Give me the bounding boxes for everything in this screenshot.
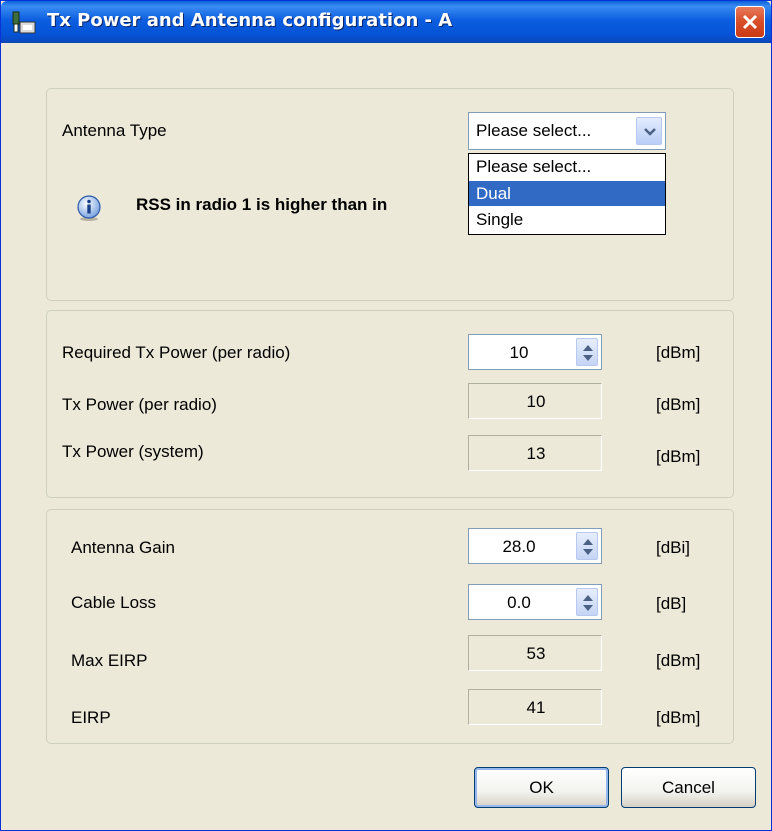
dropdown-arrow-button[interactable] xyxy=(636,117,662,145)
antenna-gain-label: Antenna Gain xyxy=(71,538,175,557)
app-icon xyxy=(11,11,37,35)
eirp-value: 41 xyxy=(526,698,546,717)
dialog-window: Tx Power and Antenna configuration - A A… xyxy=(0,0,772,831)
tx-power-system-value: 13 xyxy=(526,444,546,463)
option-single[interactable]: Single xyxy=(469,207,665,232)
antenna-gain-unit: [dBi] xyxy=(656,538,691,557)
title-bar[interactable]: Tx Power and Antenna configuration - A xyxy=(1,1,771,43)
cable-loss-spinner[interactable]: 0.0 xyxy=(468,584,602,620)
max-eirp-value: 53 xyxy=(526,644,546,663)
window-title: Tx Power and Antenna configuration - A xyxy=(47,10,453,31)
antenna-type-value: Please select... xyxy=(476,121,592,140)
antenna-gain-spinner[interactable]: 28.0 xyxy=(468,528,602,564)
cable-loss-value: 0.0 xyxy=(507,593,531,612)
eirp-field: 41 xyxy=(468,689,602,725)
info-icon xyxy=(75,194,103,222)
antenna-gain-spin-buttons[interactable] xyxy=(576,532,598,560)
antenna-type-dropdown-list: Please select... Dual Single xyxy=(468,153,666,235)
antenna-type-select[interactable]: Please select... xyxy=(468,112,666,150)
required-tx-power-label: Required Tx Power (per radio) xyxy=(62,343,291,362)
max-eirp-label: Max EIRP xyxy=(71,651,148,670)
cable-loss-unit: [dB] xyxy=(656,594,687,613)
ok-button[interactable]: OK xyxy=(474,767,609,808)
option-dual[interactable]: Dual xyxy=(469,181,665,206)
required-tx-power-spinner[interactable]: 10 xyxy=(468,334,602,370)
max-eirp-unit: [dBm] xyxy=(656,651,701,670)
tx-power-system-field: 13 xyxy=(468,435,602,471)
required-tx-power-value: 10 xyxy=(509,343,529,362)
info-message: RSS in radio 1 is higher than in xyxy=(136,195,388,214)
cable-loss-label: Cable Loss xyxy=(71,593,157,612)
eirp-unit: [dBm] xyxy=(656,708,701,727)
tx-power-per-radio-label: Tx Power (per radio) xyxy=(62,395,217,414)
cable-loss-spin-buttons[interactable] xyxy=(576,588,598,616)
tx-power-per-radio-value: 10 xyxy=(526,392,546,411)
option-please-select[interactable]: Please select... xyxy=(469,154,665,179)
antenna-gain-value: 28.0 xyxy=(502,537,536,556)
antenna-type-label: Antenna Type xyxy=(62,121,167,140)
required-tx-power-spin-buttons[interactable] xyxy=(576,338,598,366)
cancel-button[interactable]: Cancel xyxy=(621,767,756,808)
eirp-label: EIRP xyxy=(71,708,111,727)
tx-power-system-unit: [dBm] xyxy=(656,447,701,466)
close-button[interactable] xyxy=(735,6,765,38)
tx-power-per-radio-unit: [dBm] xyxy=(656,395,701,414)
required-tx-power-unit: [dBm] xyxy=(656,343,701,362)
tx-power-per-radio-field: 10 xyxy=(468,383,602,419)
tx-power-system-label: Tx Power (system) xyxy=(62,442,204,461)
max-eirp-field: 53 xyxy=(468,635,602,671)
